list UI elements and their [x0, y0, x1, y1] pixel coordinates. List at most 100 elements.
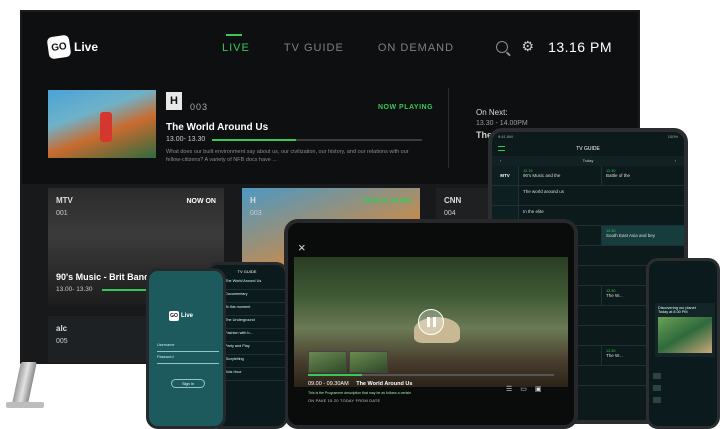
- preview-thumbnails: [308, 351, 388, 373]
- tile-time: 13.00- 13.30: [56, 286, 93, 293]
- discover-card[interactable]: Discovering our planet Today at 8.00 PM: [655, 303, 715, 357]
- card-subtitle: Today at 8.00 PM: [658, 310, 688, 314]
- hero-time: 13.00- 13.30: [166, 136, 206, 143]
- now-playing-badge: NOW PLAYING: [362, 198, 412, 205]
- cast-icon[interactable]: ▭: [520, 385, 527, 393]
- tile-channel-code: 003: [250, 210, 262, 217]
- tile-channel-code: 001: [56, 210, 68, 217]
- program-title: The Underground: [225, 318, 255, 322]
- program-title: The World Around Us: [225, 279, 262, 283]
- playback-title: The World Around Us: [356, 381, 413, 387]
- guide-header: TV GUIDE: [492, 142, 684, 156]
- now-on-badge: NOW ON: [186, 198, 216, 205]
- pause-button[interactable]: [418, 309, 444, 335]
- program-title: The W...: [606, 353, 623, 358]
- tablet-video-player: × 09.00 - 09.30AM The World Around Us Th…: [284, 219, 578, 429]
- playback-time: 09.00 - 09.30AM: [308, 381, 349, 387]
- list-icon[interactable]: ☰: [506, 385, 512, 393]
- hero-title: The World Around Us: [166, 122, 269, 133]
- channel-cell[interactable]: [492, 186, 518, 205]
- mtv-logo: MTV: [56, 196, 73, 205]
- alc-logo: alc: [56, 324, 68, 333]
- now-playing-badge: NOW PLAYING: [378, 104, 434, 111]
- clock: 13.16 PM: [548, 38, 612, 55]
- program-cell[interactable]: 12.30 South East Asia and bey: [601, 226, 684, 245]
- program-title: Documentary: [225, 292, 248, 296]
- program-title: In the elite: [523, 209, 544, 214]
- menu-icon[interactable]: [498, 146, 505, 151]
- pip-icon[interactable]: ▣: [535, 385, 542, 393]
- close-icon[interactable]: ×: [298, 241, 306, 254]
- top-right-controls: ⚙ 13.16 PM: [495, 38, 613, 55]
- list-item[interactable]: [653, 385, 661, 391]
- logo-text: Live: [74, 40, 99, 54]
- card-image: [658, 317, 712, 353]
- program-title: Battle of the: [606, 173, 631, 178]
- program-title: Storytelling: [225, 357, 244, 361]
- playback-scrubber[interactable]: [308, 374, 554, 376]
- program-title: Fashion with b...: [225, 331, 253, 335]
- list-item[interactable]: [653, 397, 661, 403]
- playback-meta: ON PAVE 15.20 TODAY FROM DATE: [308, 399, 381, 403]
- date-label: Today: [582, 158, 594, 163]
- chevron-right-icon[interactable]: ›: [675, 158, 676, 164]
- on-next-time: 13.30 - 14.00PM: [476, 120, 528, 127]
- program-title: South East Asia and bey: [606, 233, 656, 238]
- app-logo: GO Live: [169, 311, 193, 321]
- search-icon[interactable]: [495, 40, 508, 53]
- preview-thumbnail[interactable]: [308, 351, 347, 373]
- program-title: The W...: [606, 293, 623, 298]
- tv-stand: [6, 362, 44, 408]
- guide-row: The world around us: [492, 186, 684, 206]
- top-navigation: GO Live LIVE TV GUIDE ON DEMAND ⚙ 13.16 …: [22, 12, 638, 80]
- program-cell[interactable]: 12.15 90's Music and the: [518, 166, 601, 185]
- hero-progress-fill: [212, 139, 296, 141]
- playback-progress: [308, 374, 363, 376]
- program-title: 90's Music and the: [523, 173, 561, 178]
- program-title: At this moment: [225, 305, 251, 309]
- username-field[interactable]: Username: [157, 343, 219, 352]
- tile-channel-code: 005: [56, 338, 68, 345]
- playback-info: 09.00 - 09.30AM The World Around Us: [308, 381, 412, 387]
- player-controls: ☰ ▭ ▣: [506, 385, 542, 393]
- divider: [448, 88, 449, 168]
- logo-text: Live: [181, 313, 194, 319]
- chevron-left-icon[interactable]: ‹: [500, 158, 501, 164]
- nav-live[interactable]: LIVE: [222, 34, 250, 54]
- history-logo: H: [250, 196, 256, 205]
- status-bar: 9:41 AM 100%: [492, 132, 684, 142]
- phone-login: GO Live Username Password Sign In: [146, 268, 226, 429]
- status-time: 9:41 AM: [498, 134, 513, 139]
- tile-title: 90's Music - Brit Bands: [56, 272, 155, 282]
- hero-description: What does our built environment say abou…: [166, 149, 409, 163]
- password-field[interactable]: Password: [157, 355, 219, 364]
- hero-channel-code: 003: [190, 102, 209, 112]
- sign-in-button[interactable]: Sign In: [171, 379, 205, 388]
- guide-title: TV GUIDE: [576, 146, 600, 152]
- logo-mark: GO: [169, 311, 179, 321]
- history-channel-logo: H: [166, 92, 182, 110]
- phone-discover: Discovering our planet Today at 8.00 PM: [646, 258, 720, 429]
- battery-status: 100%: [667, 134, 678, 139]
- playback-description: This is the Programme description that m…: [308, 391, 412, 395]
- card-title: Discovering our planet Today at 8.00 PM: [655, 303, 715, 317]
- on-next-label: On Next:: [476, 108, 508, 117]
- app-logo[interactable]: GO Live: [46, 34, 99, 60]
- channel-cell[interactable]: MTV: [492, 166, 518, 185]
- guide-row: MTV 12.15 90's Music and the 12.30 Battle of…: [492, 166, 684, 186]
- gear-icon[interactable]: ⚙: [522, 38, 535, 55]
- nav-on-demand[interactable]: ON DEMAND: [378, 42, 454, 54]
- program-cell[interactable]: The world around us: [518, 186, 684, 205]
- hero-thumbnail[interactable]: [48, 90, 156, 158]
- date-selector[interactable]: ‹ Today ›: [492, 156, 684, 166]
- list-item[interactable]: [653, 373, 661, 379]
- tv-stand-base: [6, 402, 44, 408]
- tile-channel-code: 004: [444, 210, 456, 217]
- preview-thumbnail[interactable]: [349, 351, 388, 373]
- nav-tv-guide[interactable]: TV GUIDE: [284, 42, 344, 54]
- program-title: The world around us: [523, 189, 565, 194]
- hero-progress-bar: [212, 139, 422, 141]
- logo-mark: GO: [46, 34, 72, 60]
- program-title: Kids Hour: [225, 370, 242, 374]
- program-cell[interactable]: 12.30 Battle of the: [601, 166, 684, 185]
